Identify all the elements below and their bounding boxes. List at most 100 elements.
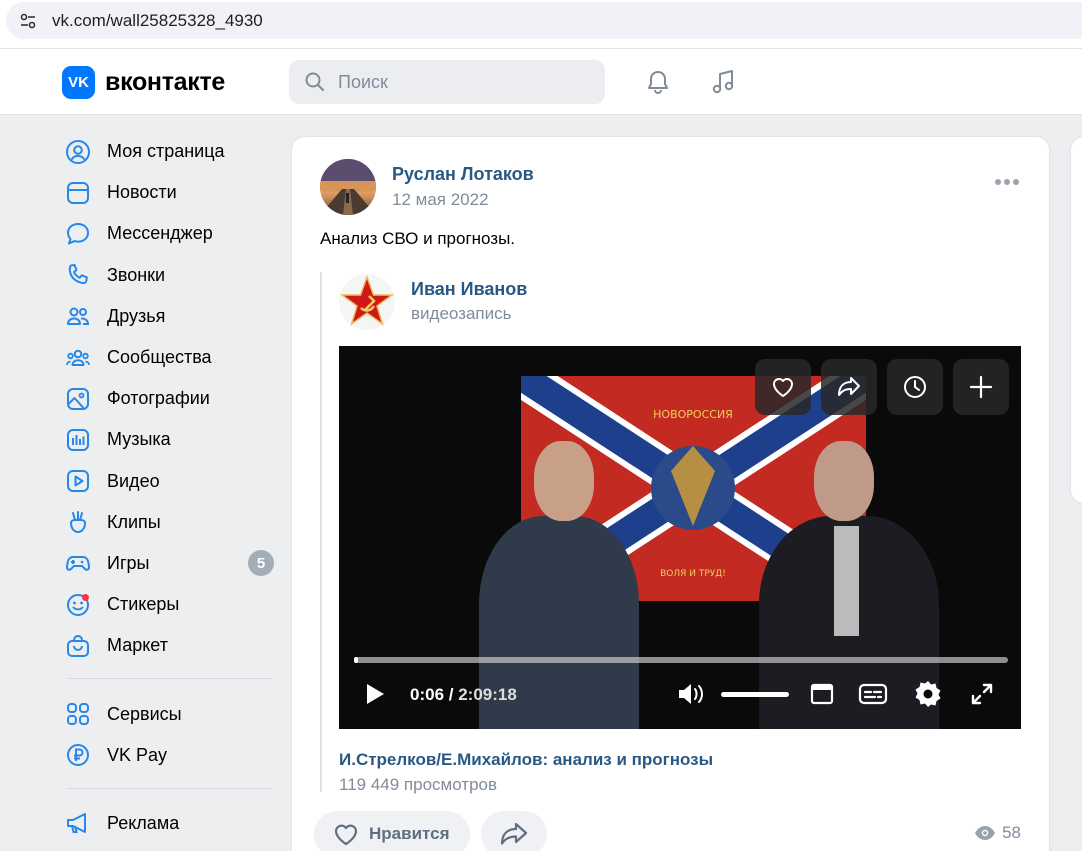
like-button[interactable]: Нравится: [314, 811, 470, 851]
volume-slider[interactable]: [721, 692, 789, 697]
games-icon: [64, 549, 92, 577]
sidebar-item-label: Клипы: [107, 511, 161, 532]
repost-author-link[interactable]: Иван Иванов: [411, 279, 527, 300]
repost-block: Иван Иванов видеозапись НОВОРОССИЯ ВОЛЯ И…: [320, 272, 1021, 794]
video-current-time: 0:06: [410, 685, 445, 704]
sidebar-item-photos[interactable]: Фотографии: [60, 378, 280, 419]
fullscreen-icon[interactable]: [969, 678, 995, 710]
svg-text:НОВОРОССИЯ: НОВОРОССИЯ: [653, 408, 733, 421]
sidebar-item-label: Видео: [107, 470, 160, 491]
author-avatar[interactable]: [320, 159, 376, 215]
phone-icon: [64, 261, 92, 289]
video-person-left-head: [534, 441, 594, 521]
video-like-icon[interactable]: [755, 359, 811, 415]
ads-icon: [64, 809, 92, 837]
video-add-icon[interactable]: [953, 359, 1009, 415]
sidebar-item-label: Друзья: [107, 305, 166, 326]
left-sidebar: Моя страница Новости Мессенджер Звонки Д…: [60, 131, 280, 844]
sidebar-item-messenger[interactable]: Мессенджер: [60, 213, 280, 254]
video-progress-bar[interactable]: [354, 657, 1008, 663]
search-box[interactable]: [289, 60, 605, 104]
vk-logo[interactable]: VK вконтакте: [62, 66, 225, 99]
mini-player-icon[interactable]: [809, 678, 835, 710]
sidebar-item-label: Мессенджер: [107, 223, 213, 244]
sidebar-item-services[interactable]: Сервисы: [60, 693, 280, 734]
sidebar-item-vk-pay[interactable]: VK Pay: [60, 735, 280, 776]
video-duration: 2:09:18: [458, 685, 517, 704]
sidebar-divider: [68, 787, 272, 789]
vk-logo-text: вконтакте: [105, 68, 226, 96]
sidebar-item-label: Сервисы: [107, 703, 182, 724]
video-player[interactable]: НОВОРОССИЯ ВОЛЯ И ТРУД! 0:06 / 2:09:18: [339, 346, 1021, 729]
games-count-badge: 5: [248, 550, 274, 577]
sidebar-item-clips[interactable]: Клипы: [60, 502, 280, 543]
post-more-icon[interactable]: [995, 179, 1019, 185]
stickers-icon: [64, 591, 92, 619]
sidebar-item-label: Маркет: [107, 635, 168, 656]
communities-icon: [64, 344, 92, 372]
notifications-bell-icon[interactable]: [643, 67, 673, 97]
sidebar-divider: [68, 678, 272, 680]
share-arrow-icon: [500, 822, 528, 845]
video-person-right-head: [814, 441, 874, 521]
sidebar-item-label: Звонки: [107, 264, 166, 285]
like-label: Нравится: [369, 824, 450, 843]
sidebar-item-market[interactable]: Маркет: [60, 625, 280, 666]
sidebar-item-label: Моя страница: [107, 141, 225, 162]
sidebar-item-label: VK Pay: [107, 744, 168, 765]
site-settings-icon[interactable]: [10, 3, 46, 39]
sidebar-item-stickers[interactable]: Стикеры: [60, 584, 280, 625]
market-icon: [64, 632, 92, 660]
share-button[interactable]: [481, 811, 547, 851]
sidebar-item-label: Фотографии: [107, 388, 210, 409]
eye-icon: [975, 826, 996, 840]
sidebar-item-news[interactable]: Новости: [60, 172, 280, 213]
message-icon: [64, 220, 92, 248]
site-header: VK вконтакте: [0, 48, 1082, 115]
video-icon: [64, 467, 92, 495]
new-indicator-dot: [82, 593, 89, 601]
friends-icon: [64, 302, 92, 330]
video-person-right-shirt: [834, 526, 859, 636]
search-input[interactable]: [338, 71, 578, 93]
red-star-icon: [339, 274, 395, 326]
wall-post: Руслан Лотаков 12 мая 2022 Анализ СВО и …: [291, 136, 1050, 851]
sidebar-item-friends[interactable]: Друзья: [60, 296, 280, 337]
video-watch-later-icon[interactable]: [887, 359, 943, 415]
post-author-link[interactable]: Руслан Лотаков: [392, 164, 534, 185]
video-title-link[interactable]: И.Стрелков/Е.Михайлов: анализ и прогнозы: [339, 750, 713, 770]
repost-subtitle: видеозапись: [411, 304, 512, 323]
settings-gear-icon[interactable]: [913, 678, 943, 710]
photo-icon: [64, 385, 92, 413]
post-date[interactable]: 12 мая 2022: [392, 190, 489, 210]
video-share-icon[interactable]: [821, 359, 877, 415]
post-view-count: 58: [1002, 823, 1021, 842]
subtitles-icon[interactable]: [858, 678, 888, 710]
sidebar-item-video[interactable]: Видео: [60, 461, 280, 502]
address-bar[interactable]: vk.com/wall25825328_4930: [6, 2, 1082, 39]
sidebar-item-label: Сообщества: [107, 347, 212, 368]
heart-icon: [334, 824, 358, 846]
repost-author-avatar[interactable]: [339, 274, 395, 330]
sidebar-item-label: Стикеры: [107, 594, 180, 615]
sidebar-item-games[interactable]: Игры 5: [60, 543, 280, 584]
video-view-count: 119 449 просмотров: [339, 775, 498, 794]
right-column-card: [1070, 136, 1082, 504]
services-icon: [64, 700, 92, 728]
volume-icon[interactable]: [676, 678, 706, 710]
music-player-icon[interactable]: [708, 67, 738, 97]
url-text[interactable]: vk.com/wall25825328_4930: [52, 11, 263, 31]
music-icon: [64, 426, 92, 454]
sidebar-item-ads[interactable]: Реклама: [60, 803, 280, 844]
video-time: 0:06 / 2:09:18: [410, 685, 517, 704]
search-icon: [305, 72, 325, 92]
sidebar-item-communities[interactable]: Сообщества: [60, 337, 280, 378]
sidebar-item-my-page[interactable]: Моя страница: [60, 131, 280, 172]
play-icon[interactable]: [361, 678, 387, 710]
vk-logo-mark: VK: [62, 66, 95, 99]
post-text: Анализ СВО и прогнозы.: [320, 229, 516, 248]
sidebar-item-music[interactable]: Музыка: [60, 419, 280, 460]
svg-text:ВОЛЯ И ТРУД!: ВОЛЯ И ТРУД!: [660, 569, 726, 579]
sidebar-item-label: Игры: [107, 552, 150, 573]
sidebar-item-calls[interactable]: Звонки: [60, 255, 280, 296]
